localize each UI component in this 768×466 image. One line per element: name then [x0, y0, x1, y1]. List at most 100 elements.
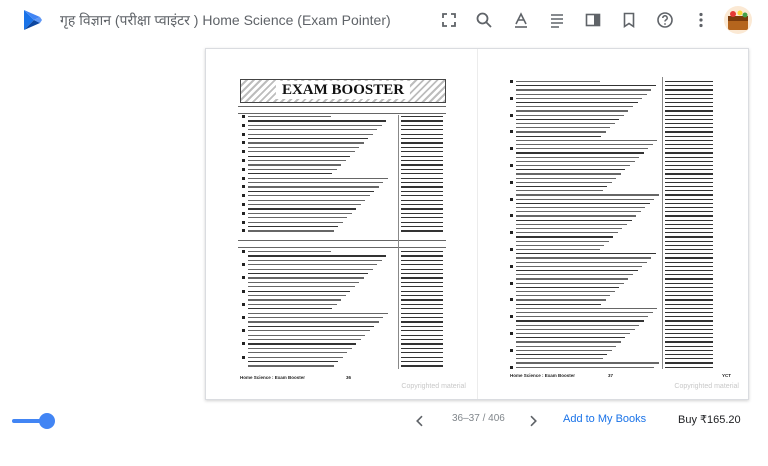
reference-line — [665, 274, 713, 276]
reference-line — [665, 97, 713, 100]
bookmark-icon[interactable] — [618, 9, 640, 31]
reference-line — [401, 330, 443, 332]
zoom-slider-knob[interactable] — [39, 413, 55, 429]
reference-line — [401, 321, 443, 323]
help-icon[interactable] — [654, 9, 676, 31]
text-line — [248, 330, 370, 332]
reference-line — [665, 228, 713, 230]
reference-line — [401, 295, 443, 297]
reference-line — [665, 110, 713, 112]
display-mode-icon[interactable] — [582, 9, 604, 31]
text-line — [516, 291, 615, 293]
text-line — [516, 211, 641, 213]
text-bullet — [510, 365, 513, 369]
reference-line — [665, 190, 713, 192]
reference-line — [665, 236, 713, 238]
reference-line — [665, 320, 713, 322]
text-line — [248, 208, 356, 210]
text-bullet — [242, 150, 245, 154]
text-bullet — [242, 263, 245, 267]
text-bullet — [510, 113, 513, 117]
contents-icon[interactable] — [546, 9, 568, 31]
text-line — [516, 186, 608, 188]
reference-line — [665, 148, 713, 150]
text-line — [516, 202, 650, 205]
reference-line — [665, 139, 713, 142]
reference-line — [665, 207, 713, 209]
reference-line — [401, 177, 443, 179]
reference-line — [401, 120, 443, 122]
reference-line — [401, 226, 443, 228]
text-line — [516, 249, 600, 251]
reference-line — [665, 114, 713, 116]
text-bullet — [242, 289, 245, 293]
text-bullet — [510, 96, 513, 100]
reference-line — [401, 268, 443, 270]
text-line — [248, 268, 373, 270]
text-line — [516, 358, 603, 360]
text-line — [516, 123, 615, 125]
text-line — [516, 148, 649, 150]
text-line — [248, 356, 343, 358]
text-bullet — [242, 355, 245, 359]
text-bullet — [242, 302, 245, 306]
text-line — [516, 328, 635, 331]
fullscreen-icon[interactable] — [438, 9, 460, 31]
text-line — [516, 223, 627, 226]
text-line — [516, 219, 632, 221]
text-line — [516, 190, 603, 192]
left-page: EXAM BOOSTER Home Science : Exam Booster… — [206, 49, 476, 399]
reference-line — [401, 312, 443, 314]
text-line — [248, 264, 377, 266]
play-books-icon[interactable] — [20, 8, 44, 32]
reference-line — [665, 118, 713, 121]
buy-button[interactable]: Buy ₹165.20 — [678, 413, 741, 426]
text-line — [516, 282, 624, 284]
text-line — [248, 190, 374, 193]
reference-line — [665, 144, 713, 146]
text-line — [248, 177, 388, 179]
text-line — [248, 221, 343, 223]
text-line — [516, 110, 629, 112]
banner-title: EXAM BOOSTER — [275, 81, 411, 99]
text-line — [248, 251, 331, 253]
text-line — [516, 337, 626, 339]
text-line — [248, 303, 337, 306]
text-line — [248, 217, 347, 219]
text-format-icon[interactable] — [510, 9, 532, 31]
reference-line — [401, 356, 443, 358]
text-bullet — [510, 248, 513, 251]
reference-line — [401, 164, 443, 166]
text-bullet — [510, 298, 513, 302]
reference-line — [665, 215, 713, 217]
search-icon[interactable] — [473, 9, 495, 31]
text-bullet — [242, 176, 245, 180]
book-viewer[interactable]: EXAM BOOSTER Home Science : Exam Booster… — [205, 48, 749, 400]
more-icon[interactable] — [690, 9, 712, 31]
text-line — [516, 320, 644, 322]
account-avatar[interactable] — [724, 6, 752, 34]
reference-line — [665, 291, 713, 293]
text-line — [516, 274, 634, 276]
reference-line — [665, 341, 713, 343]
text-line — [516, 177, 617, 179]
text-line — [248, 155, 350, 157]
reference-line — [401, 325, 443, 328]
previous-page-button[interactable] — [410, 411, 430, 431]
reference-line — [665, 106, 713, 108]
reference-line — [665, 93, 713, 95]
add-to-my-books-button[interactable]: Add to My Books — [563, 413, 646, 425]
next-page-button[interactable] — [523, 411, 543, 431]
text-line — [248, 212, 352, 215]
text-line — [248, 146, 359, 149]
text-bullet — [510, 348, 513, 352]
reference-line — [401, 230, 443, 232]
text-line — [248, 286, 355, 288]
right-footer-page: 37 — [608, 373, 614, 378]
reference-line — [665, 160, 713, 163]
text-bullet — [242, 141, 245, 145]
right-copyright: Copyrighted material — [674, 383, 739, 390]
text-line — [248, 290, 350, 292]
text-line — [516, 173, 621, 175]
right-footer-brand: YCT — [722, 373, 731, 378]
